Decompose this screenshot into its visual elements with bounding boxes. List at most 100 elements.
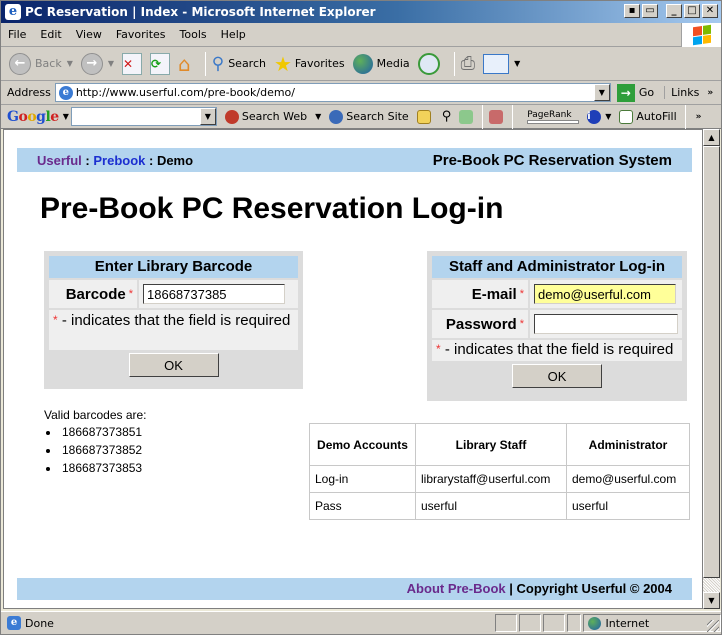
search-label: Search (228, 57, 266, 70)
back-button[interactable]: ← Back ▼ (9, 52, 73, 75)
go-arrow-icon: → (616, 83, 635, 102)
popup-blocker-icon[interactable] (416, 109, 431, 124)
menu-favorites[interactable]: Favorites (109, 28, 173, 41)
search-web-dropdown-icon[interactable]: ▼ (315, 112, 321, 121)
address-bar: Address e http://www.userful.com/pre-boo… (1, 81, 721, 105)
column-header: Library Staff (415, 423, 567, 466)
password-label-text: Password (445, 315, 517, 333)
copyright-text: | Copyright Userful © 2004 (505, 581, 672, 596)
menu-tools[interactable]: Tools (173, 28, 214, 41)
password-input[interactable] (534, 314, 678, 334)
media-button[interactable]: Media (352, 53, 410, 74)
minimize-button[interactable]: _ (666, 4, 682, 18)
page-info-icon[interactable]: ⚲ (442, 109, 452, 124)
google-chevron-icon[interactable]: » (696, 112, 702, 122)
status-bar: e Done Internet (1, 611, 721, 634)
menu-view[interactable]: View (69, 28, 109, 41)
page-header-band: Userful : Prebook : Demo Pre-Book PC Res… (17, 148, 692, 172)
scroll-track[interactable] (703, 578, 720, 592)
back-dropdown-icon[interactable]: ▼ (67, 59, 73, 68)
search-web-button[interactable]: Search Web ▼ (224, 109, 321, 124)
table-cell: userful (566, 492, 690, 520)
go-button[interactable]: → Go (616, 83, 654, 102)
google-toolbar: Google ▼ ▼ Search Web ▼ Search Site ⚲ Pa… (1, 104, 721, 129)
links-chevron-icon[interactable]: » (707, 88, 713, 98)
google-search-input[interactable]: ▼ (70, 107, 217, 126)
barcode-box-title: Enter Library Barcode (49, 256, 298, 278)
print-icon[interactable]: ⎙ (461, 53, 475, 74)
column-header: Demo Accounts (309, 423, 416, 466)
refresh-icon[interactable]: ⟳ (150, 52, 171, 75)
links-button[interactable]: Links (664, 86, 699, 99)
search-site-button[interactable]: Search Site (329, 109, 409, 124)
autofill-button[interactable]: AutoFill (619, 109, 677, 124)
media-label: Media (376, 57, 410, 70)
email-label: E-mail * (432, 280, 528, 308)
zone-label: Internet (605, 616, 650, 630)
history-icon[interactable] (417, 52, 440, 75)
favorites-label: Favorites (294, 57, 345, 70)
windows-flag-icon (681, 23, 721, 47)
restore-button-alt[interactable]: ▭ (642, 4, 658, 18)
barcode-required-note: * - indicates that the field is required (49, 310, 298, 350)
required-note-text: - indicates that the field is required (57, 312, 291, 329)
barcode-input[interactable] (143, 284, 285, 304)
barcode-ok-button[interactable]: OK (128, 353, 219, 377)
page-footer: About Pre-Book | Copyright Userful © 200… (17, 578, 692, 600)
edit-dropdown-icon[interactable]: ▼ (514, 59, 520, 68)
system-title: Pre-Book PC Reservation System (432, 151, 672, 169)
email-input[interactable] (534, 284, 676, 304)
list-item: 186687373853 (60, 459, 147, 477)
search-magnifier-icon: ⚲ (211, 53, 225, 74)
valid-barcodes-label: Valid barcodes are: (44, 408, 147, 422)
table-cell: demo@userful.com (566, 465, 690, 493)
about-prebook-link[interactable]: About Pre-Book (407, 581, 506, 596)
home-icon[interactable]: ⌂ (178, 52, 191, 76)
info-icon[interactable]: i (587, 109, 602, 124)
forward-dropdown-icon[interactable]: ▼ (108, 59, 114, 68)
table-cell: Log-in (309, 465, 416, 493)
search-button[interactable]: ⚲ Search (212, 54, 266, 74)
blogger-icon[interactable] (489, 109, 504, 124)
status-panel (519, 614, 541, 632)
google-logo[interactable]: Google (7, 109, 59, 125)
scroll-down-icon[interactable]: ▼ (703, 592, 720, 609)
pagerank-bar (527, 119, 580, 124)
system-menu-button[interactable]: ▪ (624, 4, 640, 18)
table-cell: userful (415, 492, 567, 520)
page-status-icon: e (7, 616, 21, 630)
vertical-scrollbar[interactable]: ▲ ▼ (703, 129, 720, 609)
barcode-login-box: Enter Library Barcode Barcode* * - indic… (44, 251, 303, 389)
forward-arrow-icon: → (80, 52, 103, 75)
resize-grip-icon[interactable] (707, 620, 719, 632)
menu-edit[interactable]: Edit (33, 28, 68, 41)
google-dropdown-icon[interactable]: ▼ (199, 108, 216, 125)
edit-button[interactable]: ▼ (483, 53, 520, 74)
favorites-button[interactable]: ★ Favorites (274, 52, 345, 76)
scroll-up-icon[interactable]: ▲ (703, 129, 720, 146)
info-dropdown-icon[interactable]: ▼ (605, 112, 611, 121)
highlight-icon[interactable] (459, 109, 474, 124)
breadcrumb-prebook-link[interactable]: Prebook (93, 153, 145, 168)
breadcrumb: Userful : Prebook : Demo (37, 153, 193, 168)
title-bar: e PC Reservation | Index - Microsoft Int… (1, 1, 721, 23)
scroll-thumb[interactable] (703, 146, 720, 578)
pagerank-indicator: PageRank (527, 110, 580, 124)
binoculars-icon (224, 109, 239, 124)
forward-button[interactable]: → ▼ (80, 52, 114, 75)
security-zone: Internet (582, 614, 721, 632)
required-note-text: - indicates that the field is required (440, 341, 674, 358)
menu-file[interactable]: File (1, 28, 33, 41)
menu-help[interactable]: Help (214, 28, 253, 41)
valid-barcodes: Valid barcodes are: 186687373851 1866873… (44, 408, 147, 477)
maximize-button[interactable]: □ (684, 4, 700, 18)
breadcrumb-userful-link[interactable]: Userful (37, 153, 82, 168)
close-button[interactable]: ✕ (702, 4, 718, 18)
google-menu-icon[interactable]: ▼ (63, 112, 69, 121)
staff-ok-button[interactable]: OK (512, 364, 602, 388)
stop-icon[interactable]: ✕ (122, 52, 143, 75)
breadcrumb-separator: : (81, 152, 94, 168)
back-arrow-icon: ← (9, 52, 31, 75)
address-input[interactable]: e http://www.userful.com/pre-book/demo/ … (54, 83, 611, 102)
address-dropdown-icon[interactable]: ▼ (593, 84, 610, 101)
